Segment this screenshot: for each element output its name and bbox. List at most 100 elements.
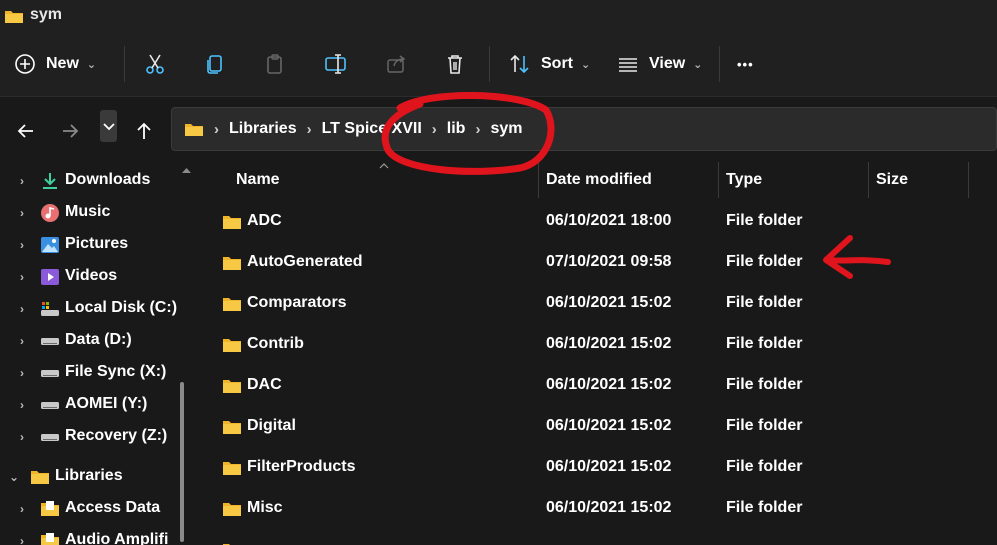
arrow-left-icon [17,124,33,138]
sidebar-item-label: File Sync (X:) [65,363,167,380]
breadcrumb-sym[interactable]: sym [490,120,522,138]
sidebar-item-videos[interactable]: › Videos [0,261,180,293]
new-button-label: New [46,55,79,72]
sort-button[interactable]: Sort ⌄ [509,44,590,84]
sidebar-item-access-data[interactable]: › Access Data [0,493,180,525]
chevron-down-icon: ⌄ [9,470,20,484]
chevron-right-icon: › [20,334,24,348]
breadcrumb-separator: › [214,120,219,138]
delete-button[interactable] [444,44,466,84]
sidebar-item-label: Libraries [55,467,123,484]
file-name: Contrib [247,335,304,352]
file-name: Digital [247,417,296,434]
new-button[interactable]: New ⌄ [14,44,96,84]
sidebar-item-label: Pictures [65,235,129,252]
sidebar-item-music[interactable]: › Music [0,197,180,229]
file-type: File folder [726,499,803,516]
column-divider[interactable] [968,162,969,198]
share-button[interactable] [385,44,407,84]
chevron-right-icon: › [20,430,24,444]
file-name: DAC [247,376,282,393]
sidebar-item-local-disk[interactable]: › Local Disk (C:) [0,293,180,325]
sidebar-item-label: AOMEI (Y:) [65,395,148,412]
navigation-bar: › Libraries › LT Spice XVII › lib › sym [0,96,997,162]
library-folder-icon [41,533,59,545]
breadcrumb-separator: › [431,120,437,138]
sidebar-item-label: Recovery (Z:) [65,427,168,444]
column-header-label: Name [236,171,280,188]
sidebar-item-label: Videos [65,267,118,284]
music-icon [41,204,59,222]
scissors-icon [146,54,164,74]
breadcrumb-lib[interactable]: lib [447,120,466,138]
copy-button[interactable] [204,44,226,84]
chevron-right-icon: › [20,534,24,545]
recent-locations-button[interactable] [100,110,117,142]
sidebar-scrollbar-thumb[interactable] [180,382,184,542]
paste-button[interactable] [264,44,286,84]
file-row[interactable] [196,530,997,545]
sidebar-item-libraries[interactable]: ⌄ Libraries [0,461,180,493]
copy-icon [207,55,222,74]
view-button[interactable]: View ⌄ [617,44,702,84]
breadcrumb-separator: › [306,120,312,138]
cut-button[interactable] [144,44,166,84]
file-row[interactable]: Contrib 06/10/2021 15:02 File folder [196,325,997,366]
more-options-button[interactable]: ••• [737,44,754,84]
download-icon [43,173,57,189]
sidebar-item-label: Music [65,203,111,220]
more-options-icon: ••• [737,56,754,72]
file-name: Misc [247,499,283,516]
column-header-size[interactable]: Size [876,162,966,198]
column-header-label: Type [726,171,763,188]
sidebar-item-file-sync[interactable]: › File Sync (X:) [0,357,180,389]
chevron-down-icon: ⌄ [86,58,97,71]
file-name: FilterProducts [247,458,356,475]
breadcrumb-lt-spice[interactable]: LT Spice XVII [322,120,422,138]
file-row[interactable]: Misc 06/10/2021 15:02 File folder [196,489,997,530]
file-date: 06/10/2021 15:02 [546,458,672,475]
column-header-date[interactable]: Date modified [546,162,716,198]
chevron-right-icon: › [20,206,24,220]
file-row[interactable]: AutoGenerated 07/10/2021 09:58 File fold… [196,243,997,284]
up-button[interactable] [129,116,159,146]
file-date: 06/10/2021 18:00 [546,212,672,229]
sidebar-item-label: Downloads [65,171,151,188]
sidebar-item-label: Data (D:) [65,331,132,348]
file-row[interactable]: FilterProducts 06/10/2021 15:02 File fol… [196,448,997,489]
window-title: sym [30,6,63,23]
sidebar-item-recovery[interactable]: › Recovery (Z:) [0,421,180,453]
file-list: Name Date modified Type Size ADC 06/10/2… [196,162,997,545]
file-date: 07/10/2021 09:58 [546,253,672,270]
drive-icon [41,338,59,345]
file-type: File folder [726,253,803,270]
rename-icon [325,54,346,74]
column-divider[interactable] [538,162,539,198]
back-button[interactable] [11,116,41,146]
file-row[interactable]: DAC 06/10/2021 15:02 File folder [196,366,997,407]
sidebar-item-pictures[interactable]: › Pictures [0,229,180,261]
file-row[interactable]: Comparators 06/10/2021 15:02 File folder [196,284,997,325]
column-divider[interactable] [868,162,869,198]
forward-button[interactable] [55,116,85,146]
column-divider[interactable] [718,162,719,198]
file-name: Comparators [247,294,347,311]
library-folder-icon [31,471,49,484]
file-type: File folder [726,417,803,434]
sidebar-item-data-d[interactable]: › Data (D:) [0,325,180,357]
folder-icon [223,216,241,229]
rename-button[interactable] [324,44,348,84]
file-row[interactable]: ADC 06/10/2021 18:00 File folder [196,202,997,243]
address-bar[interactable]: › Libraries › LT Spice XVII › lib › sym [171,107,997,151]
drive-icon [41,434,59,441]
breadcrumb-libraries[interactable]: Libraries [229,120,297,138]
column-header-type[interactable]: Type [726,162,866,198]
pictures-icon [41,237,59,253]
file-type: File folder [726,458,803,475]
sidebar-item-audio-amplifi[interactable]: › Audio Amplifi [0,525,180,545]
file-type: File folder [726,335,803,352]
sidebar-item-aomei[interactable]: › AOMEI (Y:) [0,389,180,421]
sidebar-item-downloads[interactable]: › Downloads [0,165,180,197]
file-row[interactable]: Digital 06/10/2021 15:02 File folder [196,407,997,448]
drive-icon [41,370,59,377]
